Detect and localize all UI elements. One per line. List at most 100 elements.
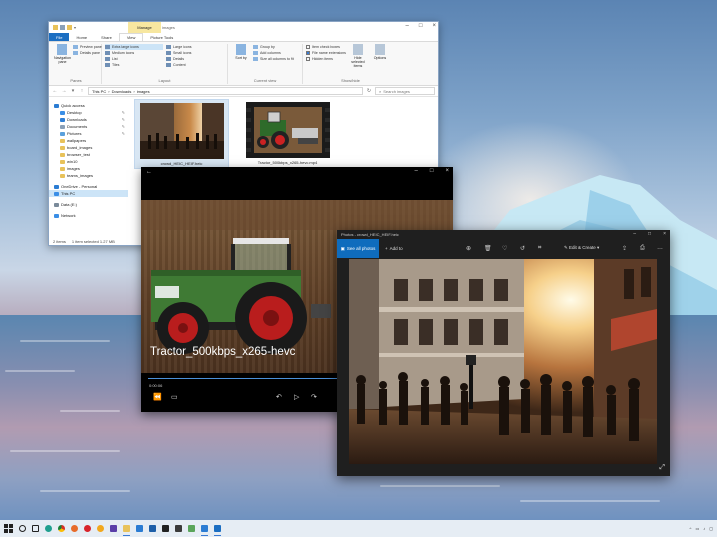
- tab-view[interactable]: View: [118, 33, 144, 41]
- expand-icon[interactable]: ⤢: [659, 464, 665, 472]
- tab-picture-tools[interactable]: Picture Tools: [143, 33, 180, 41]
- nav-item[interactable]: Data (E:): [49, 201, 128, 208]
- chevron-up-icon[interactable]: ^: [690, 526, 692, 531]
- rewind-icon[interactable]: ↶: [276, 393, 282, 401]
- minimize-icon[interactable]: –: [633, 231, 636, 237]
- add-to-button[interactable]: + Add to: [385, 246, 403, 251]
- close-icon[interactable]: ×: [445, 168, 449, 174]
- breadcrumb-item[interactable]: images: [137, 89, 150, 94]
- file-name: crowd_HEIC_HEIF.heic: [160, 161, 203, 166]
- chevron-down-icon[interactable]: ▾: [74, 25, 79, 30]
- terminal-icon[interactable]: [159, 520, 172, 537]
- new-folder-icon[interactable]: [67, 25, 72, 30]
- close-icon[interactable]: ×: [432, 23, 436, 29]
- nav-item[interactable]: OneDrive - Personal: [49, 183, 128, 190]
- up-arrow-icon[interactable]: ↑: [79, 88, 85, 94]
- folder-icon: [54, 191, 59, 196]
- folder-icon[interactable]: [53, 25, 58, 30]
- print-icon[interactable]: ⎙: [640, 245, 645, 252]
- app-icon[interactable]: [94, 520, 107, 537]
- nav-item[interactable]: wallpapers: [49, 137, 128, 144]
- edge-icon[interactable]: [42, 520, 55, 537]
- size-columns-button[interactable]: Size all columns to fit: [253, 56, 294, 62]
- zoom-icon[interactable]: ⊕: [466, 245, 471, 252]
- volume-icon[interactable]: ♪: [703, 526, 705, 531]
- opera-icon[interactable]: [81, 520, 94, 537]
- chevron-down-icon[interactable]: ▾: [70, 88, 76, 94]
- play-icon[interactable]: ▷: [294, 393, 299, 401]
- notification-icon[interactable]: ▢: [709, 526, 713, 531]
- nav-item[interactable]: browser_test: [49, 151, 128, 158]
- crop-icon[interactable]: ⌗: [538, 245, 541, 252]
- share-icon[interactable]: ⇪: [622, 245, 627, 252]
- address-path[interactable]: This PC › Downloads › images: [88, 87, 363, 95]
- settings-shape: [175, 525, 182, 532]
- vpn-icon[interactable]: [107, 520, 120, 537]
- properties-icon[interactable]: [60, 25, 65, 30]
- folder-icon: [60, 110, 65, 115]
- nav-item[interactable]: win10: [49, 158, 128, 165]
- nav-item[interactable]: teams_images: [49, 172, 128, 179]
- maximize-icon[interactable]: □: [419, 23, 423, 29]
- nav-item[interactable]: Pictures ✎: [49, 130, 128, 137]
- firefox-shape: [71, 525, 78, 532]
- hidden-items-toggle[interactable]: Hidden items: [306, 56, 346, 62]
- chrome-icon[interactable]: [55, 520, 68, 537]
- nav-item[interactable]: Desktop ✎: [49, 109, 128, 116]
- breadcrumb-item[interactable]: Downloads: [112, 89, 132, 94]
- more-icon[interactable]: …: [657, 245, 663, 251]
- tab-share[interactable]: Share: [94, 33, 119, 41]
- nav-item[interactable]: Documents ✎: [49, 123, 128, 130]
- nav-item[interactable]: This PC: [49, 190, 128, 197]
- store-icon[interactable]: [133, 520, 146, 537]
- settings-icon[interactable]: [172, 520, 185, 537]
- forward-icon[interactable]: ↷: [311, 393, 317, 401]
- sticky-notes-icon[interactable]: [185, 520, 198, 537]
- search-icon[interactable]: [16, 520, 29, 537]
- nav-item[interactable]: Downloads ✎: [49, 116, 128, 123]
- maximize-icon[interactable]: □: [648, 231, 651, 237]
- refresh-icon[interactable]: ↻: [366, 88, 372, 94]
- favorite-icon[interactable]: ♡: [502, 245, 507, 252]
- mail-icon[interactable]: [146, 520, 159, 537]
- captions-icon[interactable]: ⏪: [153, 393, 162, 401]
- nav-item[interactable]: Quick access: [49, 102, 128, 109]
- tab-file[interactable]: File: [49, 33, 70, 41]
- file-explorer-icon[interactable]: [120, 520, 133, 537]
- media-player-icon[interactable]: [198, 520, 211, 537]
- maximize-icon[interactable]: □: [430, 168, 434, 174]
- minimize-icon[interactable]: –: [415, 168, 418, 174]
- task-view-icon[interactable]: [29, 520, 42, 537]
- layout-content[interactable]: Content: [166, 62, 224, 68]
- back-arrow-icon[interactable]: ←: [52, 88, 58, 94]
- search-input[interactable]: ⌕ Search images: [375, 87, 435, 95]
- group-label: Show/hide: [341, 78, 360, 83]
- file-item[interactable]: crowd_HEIC_HEIF.heic: [134, 99, 229, 169]
- breadcrumb-item[interactable]: This PC: [92, 89, 106, 94]
- file-item[interactable]: Tractor_500kbps_x265-hevc.mp4: [240, 99, 335, 169]
- photos-icon[interactable]: [211, 520, 224, 537]
- start-button[interactable]: [0, 520, 16, 537]
- edit-create-button[interactable]: ✎ Edit & Create ▾: [564, 245, 599, 251]
- firefox-icon[interactable]: [68, 520, 81, 537]
- minimize-icon[interactable]: –: [406, 23, 409, 29]
- photo-canvas[interactable]: [349, 259, 657, 464]
- tab-home[interactable]: Home: [69, 33, 94, 41]
- layout-tiles[interactable]: Tiles: [105, 62, 163, 68]
- details-pane-button[interactable]: Details pane: [72, 50, 102, 56]
- forward-arrow-icon[interactable]: →: [61, 88, 67, 94]
- back-arrow-icon[interactable]: ←: [141, 169, 152, 175]
- delete-icon[interactable]: 🗑: [484, 245, 492, 252]
- nav-item[interactable]: board_images: [49, 144, 128, 151]
- rotate-icon[interactable]: ↺: [520, 245, 525, 252]
- nav-item[interactable]: images: [49, 165, 128, 172]
- window-controls: – □ ×: [415, 168, 449, 174]
- see-all-photos-button[interactable]: ▣ See all photos: [337, 239, 379, 258]
- nav-item[interactable]: Network: [49, 212, 128, 219]
- tab-manage[interactable]: Manage: [128, 22, 161, 33]
- close-icon[interactable]: ×: [663, 231, 666, 237]
- chat-icon[interactable]: ▭: [171, 393, 178, 401]
- layout-icon: [105, 57, 110, 61]
- layout-label: Content: [173, 63, 186, 67]
- network-icon[interactable]: ▭: [695, 526, 699, 531]
